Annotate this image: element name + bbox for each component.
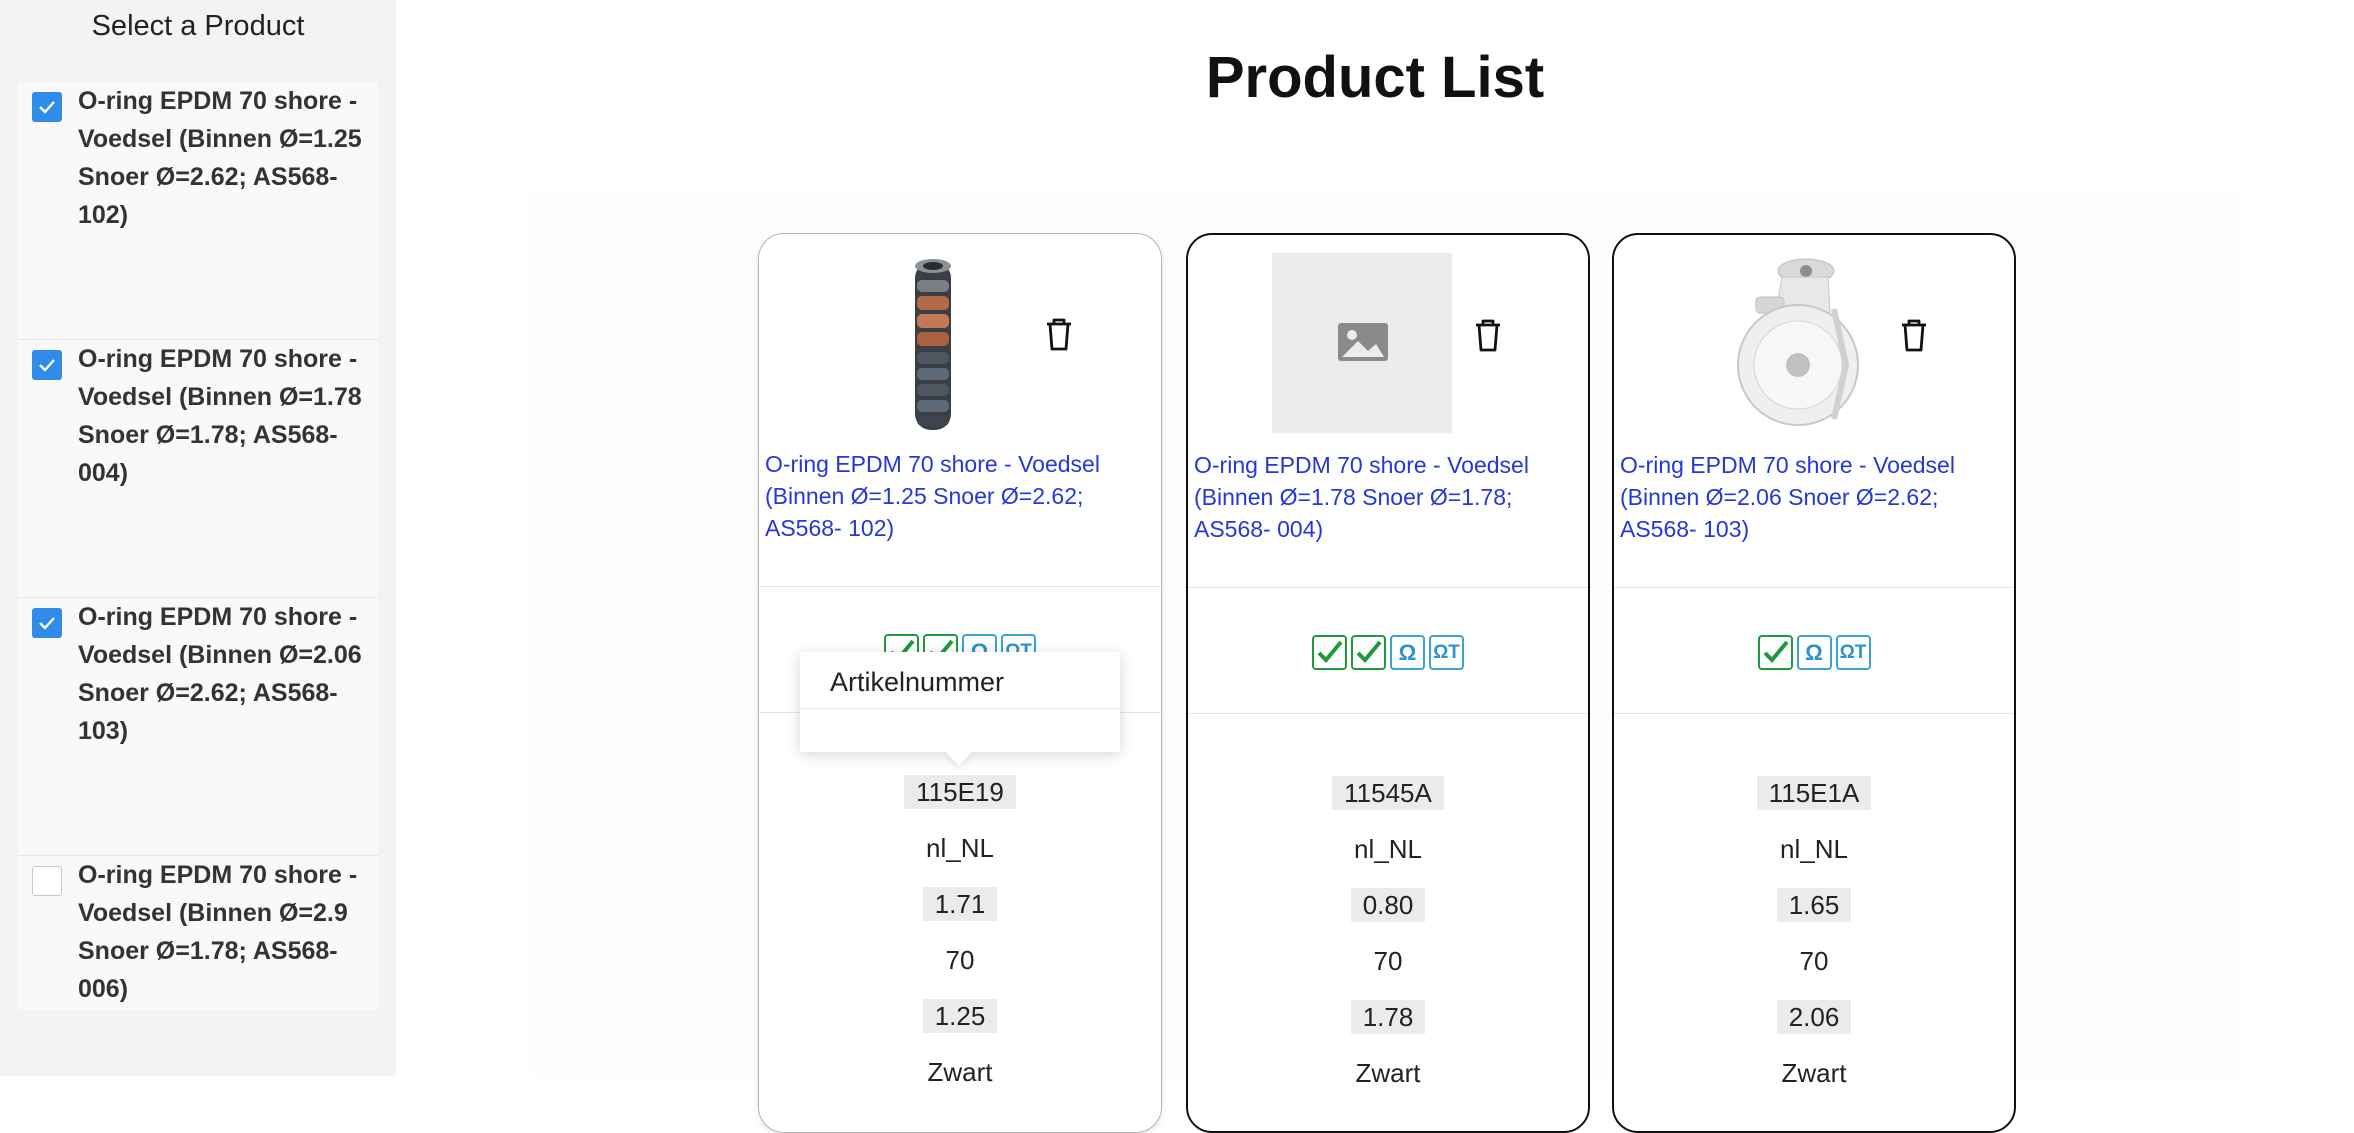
- rohs-icon: [1312, 635, 1347, 670]
- rohs-icon: [1351, 635, 1386, 670]
- product-link[interactable]: O-ring EPDM 70 shore - Voedsel (Binnen Ø…: [1194, 449, 1584, 545]
- product-image: [1698, 253, 1878, 433]
- sidebar-title: Select a Product: [91, 10, 305, 42]
- divider: [1188, 713, 1588, 714]
- product-link[interactable]: O-ring EPDM 70 shore - Voedsel (Binnen Ø…: [1620, 449, 2010, 545]
- omega-t-icon: ΩT: [1429, 635, 1464, 670]
- hardness-value: 70: [945, 945, 975, 975]
- product-checkbox[interactable]: [32, 608, 62, 638]
- delete-button[interactable]: [1894, 315, 1934, 355]
- product-card: O-ring EPDM 70 shore - Voedsel (Binnen Ø…: [1612, 233, 2016, 1133]
- trash-icon: [1476, 319, 1500, 352]
- sidebar-item-label: O-ring EPDM 70 shore - Voedsel (Binnen Ø…: [78, 87, 362, 229]
- divider: [1188, 587, 1588, 588]
- orings-stack-image: [915, 259, 951, 430]
- caster-wheel-image: [1737, 258, 1859, 426]
- weight-value: 0.80: [1188, 887, 1588, 923]
- divider: [800, 708, 1120, 709]
- sidebar-item[interactable]: O-ring EPDM 70 shore - Voedsel (Binnen Ø…: [18, 82, 378, 340]
- omega-t-icon: ΩT: [1835, 635, 1871, 670]
- product-image: [843, 252, 1023, 432]
- delete-button[interactable]: [1039, 314, 1079, 354]
- trash-icon: [1902, 319, 1926, 352]
- locale: nl_NL: [1780, 834, 1848, 864]
- color-value: Zwart: [1781, 1058, 1847, 1088]
- article-number: 11545A: [1188, 775, 1588, 811]
- sidebar-item-label: O-ring EPDM 70 shore - Voedsel (Binnen Ø…: [78, 345, 362, 487]
- sidebar-item[interactable]: O-ring EPDM 70 shore - Voedsel (Binnen Ø…: [18, 856, 378, 1010]
- page-title: Product List: [1205, 45, 1545, 110]
- inner-diameter-value: 1.78: [1188, 999, 1588, 1035]
- sidebar-item[interactable]: O-ring EPDM 70 shore - Voedsel (Binnen Ø…: [18, 340, 378, 598]
- product-image: [1272, 253, 1452, 433]
- inner-diameter-value: 1.25: [759, 998, 1161, 1034]
- image-placeholder-icon: [1338, 323, 1388, 361]
- locale: nl_NL: [926, 833, 994, 863]
- article-number: 115E19: [759, 774, 1161, 810]
- hardness-value: 70: [1373, 946, 1403, 976]
- inner-diameter-value: 2.06: [1614, 999, 2014, 1035]
- color-value: Zwart: [927, 1057, 993, 1087]
- product-checkbox[interactable]: [32, 92, 62, 122]
- tooltip-title: Artikelnummer: [830, 667, 1005, 697]
- color-value: Zwart: [1355, 1058, 1421, 1088]
- sidebar-item[interactable]: O-ring EPDM 70 shore - Voedsel (Binnen Ø…: [18, 598, 378, 856]
- divider: [759, 586, 1161, 587]
- product-sidebar: Select a Product O-ring EPDM 70 shore - …: [0, 0, 396, 1076]
- product-select-list: O-ring EPDM 70 shore - Voedsel (Binnen Ø…: [18, 82, 378, 1010]
- hardness-value: 70: [1799, 946, 1829, 976]
- omega-icon: Ω: [1796, 635, 1832, 670]
- article-number: 115E1A: [1614, 775, 2014, 811]
- sidebar-item-label: O-ring EPDM 70 shore - Voedsel (Binnen Ø…: [78, 603, 362, 745]
- cert-icons: Ω ΩT: [1614, 635, 2014, 671]
- rohs-icon: [1757, 635, 1793, 670]
- divider: [1614, 587, 2014, 588]
- divider: [1614, 713, 2014, 714]
- checkmark-icon: [39, 617, 55, 630]
- weight-value: 1.65: [1614, 887, 2014, 923]
- product-checkbox[interactable]: [32, 350, 62, 380]
- checkmark-icon: [39, 101, 55, 114]
- omega-icon: Ω: [1390, 635, 1425, 670]
- cert-icons: Ω ΩT: [1188, 635, 1588, 671]
- locale: nl_NL: [1354, 834, 1422, 864]
- weight-value: 1.71: [759, 886, 1161, 922]
- product-checkbox[interactable]: [32, 866, 62, 896]
- checkmark-icon: [39, 359, 55, 372]
- trash-icon: [1047, 318, 1071, 351]
- delete-button[interactable]: [1468, 315, 1508, 355]
- product-card: O-ring EPDM 70 shore - Voedsel (Binnen Ø…: [1186, 233, 1590, 1133]
- sidebar-item-label: O-ring EPDM 70 shore - Voedsel (Binnen Ø…: [78, 861, 358, 1003]
- product-link[interactable]: O-ring EPDM 70 shore - Voedsel (Binnen Ø…: [765, 448, 1155, 544]
- tooltip: Artikelnummer: [800, 652, 1120, 766]
